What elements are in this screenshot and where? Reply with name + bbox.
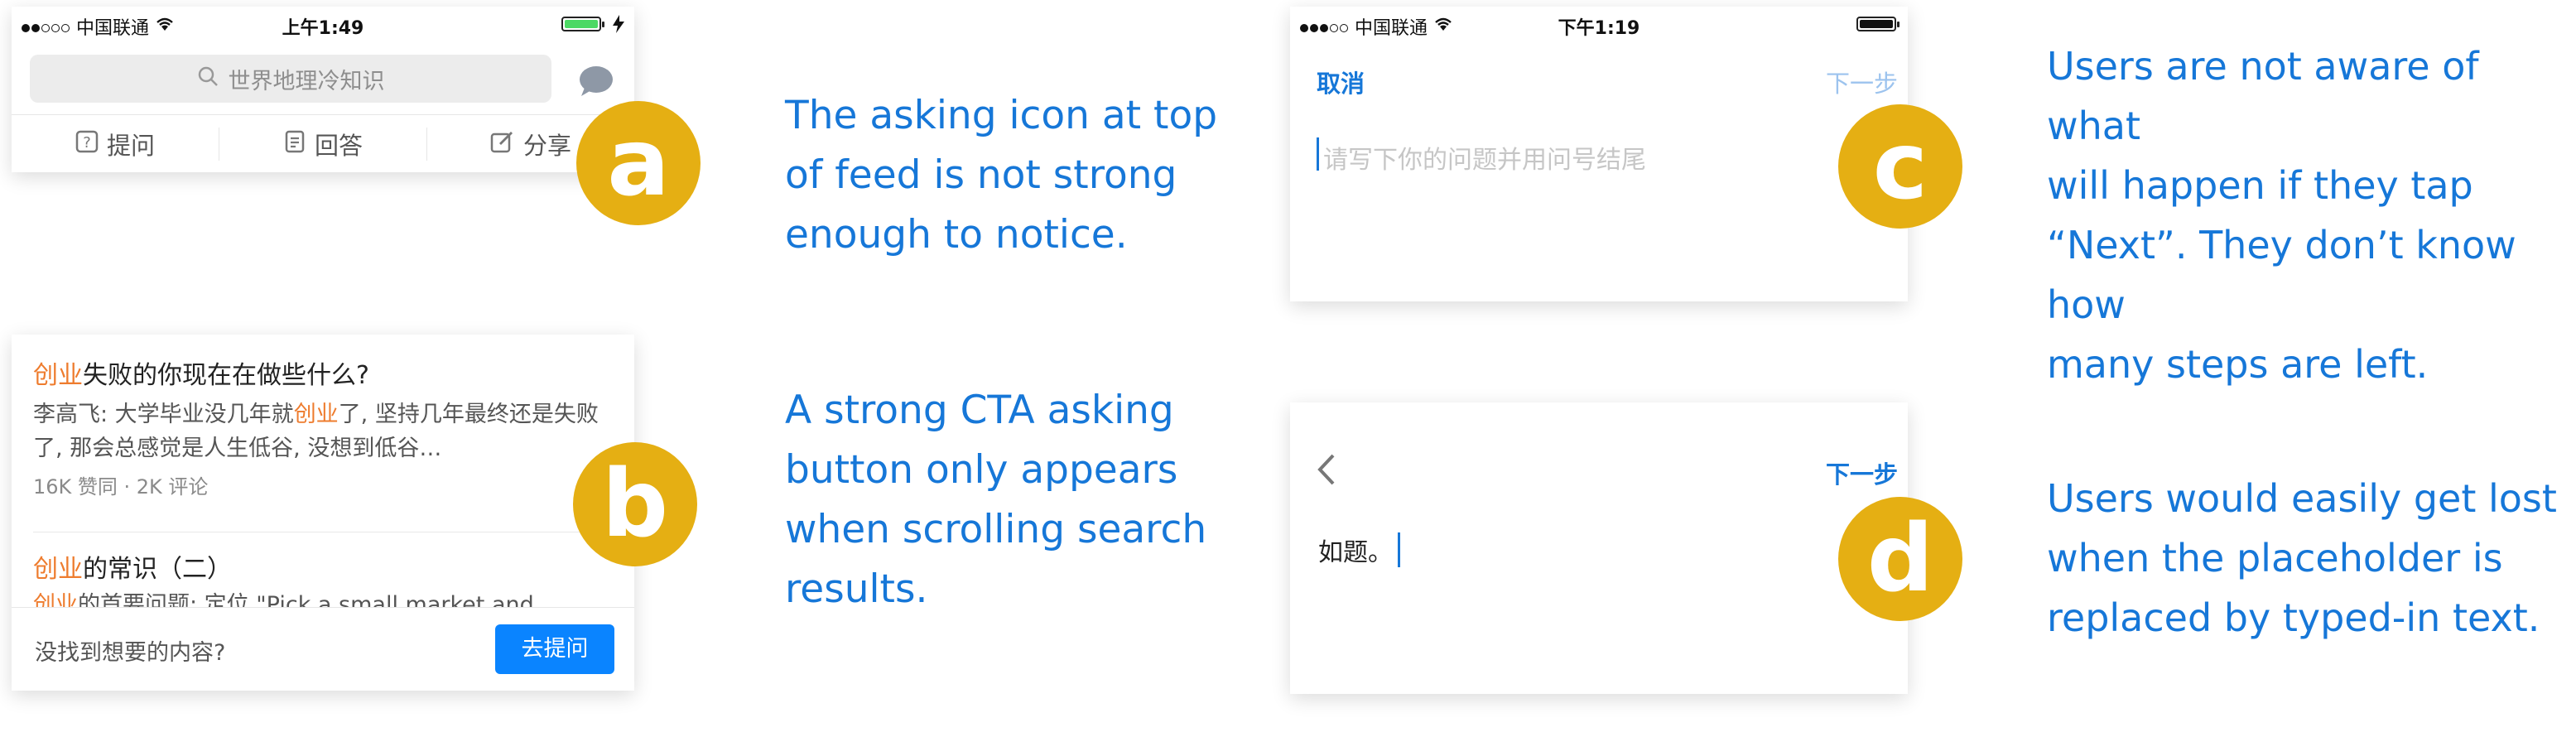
annotation-badge-a: a [576, 101, 701, 225]
cancel-button[interactable]: 取消 [1317, 65, 1365, 99]
question-input[interactable]: 如题。 [1318, 532, 1400, 568]
title-text: 的常识（二） [83, 555, 232, 584]
tab-answer[interactable]: 回答 [219, 128, 427, 161]
signal-icon [1300, 17, 1350, 37]
status-time: 下午1:19 [1558, 18, 1640, 39]
next-button[interactable]: 下一步 [1826, 65, 1898, 99]
list-item[interactable]: 创业失败的你现在在做些什么? 李高飞: 大学毕业没几年就创业了, 坚持几年最终还… [33, 358, 613, 499]
text-cursor [1317, 137, 1319, 171]
annotation-badge-b: b [573, 442, 697, 566]
tab-ask-label: 提问 [106, 132, 155, 160]
screen-c-ask-question: 中国联通 下午1:19 取消 下一步 请写下你的问题并用问号结尾 [1290, 7, 1908, 301]
snippet-highlight: 创业 [293, 402, 339, 427]
annotation-note-d: Users would easily get lost when the pla… [2047, 476, 2557, 640]
title-highlight: 创业 [33, 555, 83, 584]
status-bar: 中国联通 上午1:49 [12, 7, 634, 40]
status-time: 上午1:49 [282, 18, 364, 39]
screen-b-search-results: 创业失败的你现在在做些什么? 李高飞: 大学毕业没几年就创业了, 坚持几年最终还… [12, 335, 634, 691]
tab-bar: ? 提问 回答 分享 [12, 114, 634, 172]
tab-answer-label: 回答 [314, 132, 363, 160]
wifi-icon [154, 16, 176, 37]
question-icon: ? [75, 130, 99, 159]
cta-bar: 没找到想要的内容? 去提问 [12, 607, 634, 691]
result-title: 创业失败的你现在在做些什么? [33, 358, 613, 394]
result-meta: 16K 赞同 · 2K 评论 [33, 475, 209, 499]
title-highlight: 创业 [33, 361, 83, 390]
message-icon[interactable] [578, 65, 614, 101]
snippet-text: 李高飞: 大学毕业没几年就 [33, 402, 294, 427]
charging-icon [613, 15, 624, 38]
annotation-badge-c: c [1838, 104, 1962, 229]
question-input[interactable]: 请写下你的问题并用问号结尾 [1323, 139, 1646, 176]
cta-prompt: 没找到想要的内容? [35, 640, 226, 666]
search-input[interactable]: 世界地理冷知识 [30, 55, 551, 103]
annotation-note-b: A strong CTA asking button only appears … [785, 388, 1207, 612]
carrier-info: 中国联通 [1300, 13, 1454, 40]
annotation-badge-d: d [1838, 497, 1962, 621]
edit-icon [490, 130, 515, 159]
carrier-info: 中国联通 [22, 13, 176, 40]
result-snippet: 李高飞: 大学毕业没几年就创业了, 坚持几年最终还是失败了, 那会总感觉是人生低… [33, 397, 613, 465]
carrier-name: 中国联通 [1355, 18, 1428, 39]
svg-text:?: ? [83, 134, 91, 152]
search-icon [197, 65, 219, 93]
ask-question-button[interactable]: 去提问 [495, 624, 614, 674]
annotation-note-c: Users are not aware of what will happen … [2047, 44, 2516, 387]
tab-share-label: 分享 [522, 132, 571, 160]
wifi-icon [1432, 16, 1454, 37]
screen-a-feed-header: 中国联通 上午1:49 世界地理冷知识 ? 提问 回答 分享 [12, 7, 634, 172]
screen-d-ask-question-typed: 下一步 如题。 [1290, 402, 1908, 694]
battery-icon [561, 17, 604, 31]
next-button[interactable]: 下一步 [1826, 455, 1898, 490]
document-icon [283, 130, 306, 159]
title-text: 失败的你现在在做些什么? [83, 361, 369, 390]
signal-icon [22, 17, 71, 37]
result-title: 创业的常识（二） [33, 552, 613, 588]
typed-text: 如题。 [1318, 538, 1393, 567]
tab-ask[interactable]: ? 提问 [12, 128, 219, 161]
status-bar: 中国联通 下午1:19 [1290, 7, 1908, 40]
text-cursor [1398, 532, 1400, 567]
annotation-note-a: The asking icon at top of feed is not st… [785, 93, 1218, 258]
carrier-name: 中国联通 [76, 18, 150, 39]
search-placeholder: 世界地理冷知识 [228, 68, 385, 94]
back-icon[interactable] [1317, 452, 1336, 490]
battery-icon [1856, 17, 1899, 31]
